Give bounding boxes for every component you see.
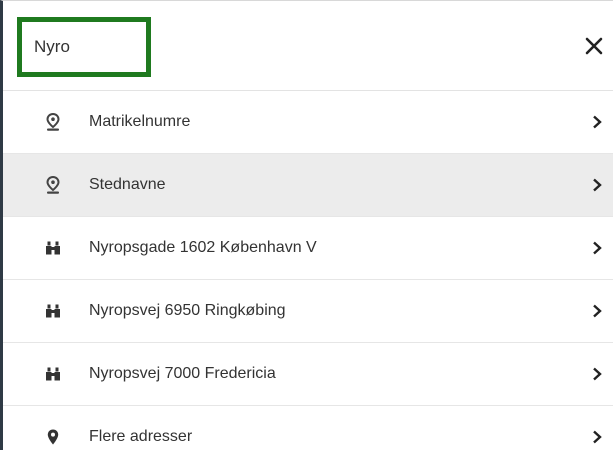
result-label: Nyropsvej 6950 Ringkøbing xyxy=(89,302,286,319)
chevron-right-icon xyxy=(591,303,603,319)
results-list: Matrikelnumre Stednavne Nyropsgade 1602 … xyxy=(3,91,613,450)
result-item-matrikelnumre[interactable]: Matrikelnumre xyxy=(3,91,613,154)
result-item-address[interactable]: Nyropsvej 6950 Ringkøbing xyxy=(3,280,613,343)
chevron-right-icon xyxy=(591,240,603,256)
search-bar xyxy=(3,1,613,91)
result-label: Flere adresser xyxy=(89,428,193,445)
binoculars-icon xyxy=(45,239,61,257)
result-item-address[interactable]: Nyropsgade 1602 København V xyxy=(3,217,613,280)
chevron-right-icon xyxy=(591,114,603,130)
close-icon xyxy=(585,37,603,55)
binoculars-icon xyxy=(45,302,61,320)
result-item-more-addresses[interactable]: Flere adresser xyxy=(3,406,613,450)
map-pin-outline-icon xyxy=(45,176,61,194)
chevron-right-icon xyxy=(591,429,603,445)
result-item-stednavne[interactable]: Stednavne xyxy=(3,154,613,217)
result-label: Nyropsvej 7000 Fredericia xyxy=(89,365,276,382)
result-label: Nyropsgade 1602 København V xyxy=(89,239,317,256)
search-panel: Matrikelnumre Stednavne xyxy=(0,0,613,450)
map-marker-icon xyxy=(45,428,61,446)
chevron-right-icon xyxy=(591,366,603,382)
search-input[interactable] xyxy=(17,17,151,77)
result-label: Matrikelnumre xyxy=(89,113,191,130)
clear-search-button[interactable] xyxy=(581,31,607,61)
chevron-right-icon xyxy=(591,177,603,193)
binoculars-icon xyxy=(45,365,61,383)
result-item-address[interactable]: Nyropsvej 7000 Fredericia xyxy=(3,343,613,406)
result-label: Stednavne xyxy=(89,176,166,193)
map-pin-outline-icon xyxy=(45,113,61,131)
